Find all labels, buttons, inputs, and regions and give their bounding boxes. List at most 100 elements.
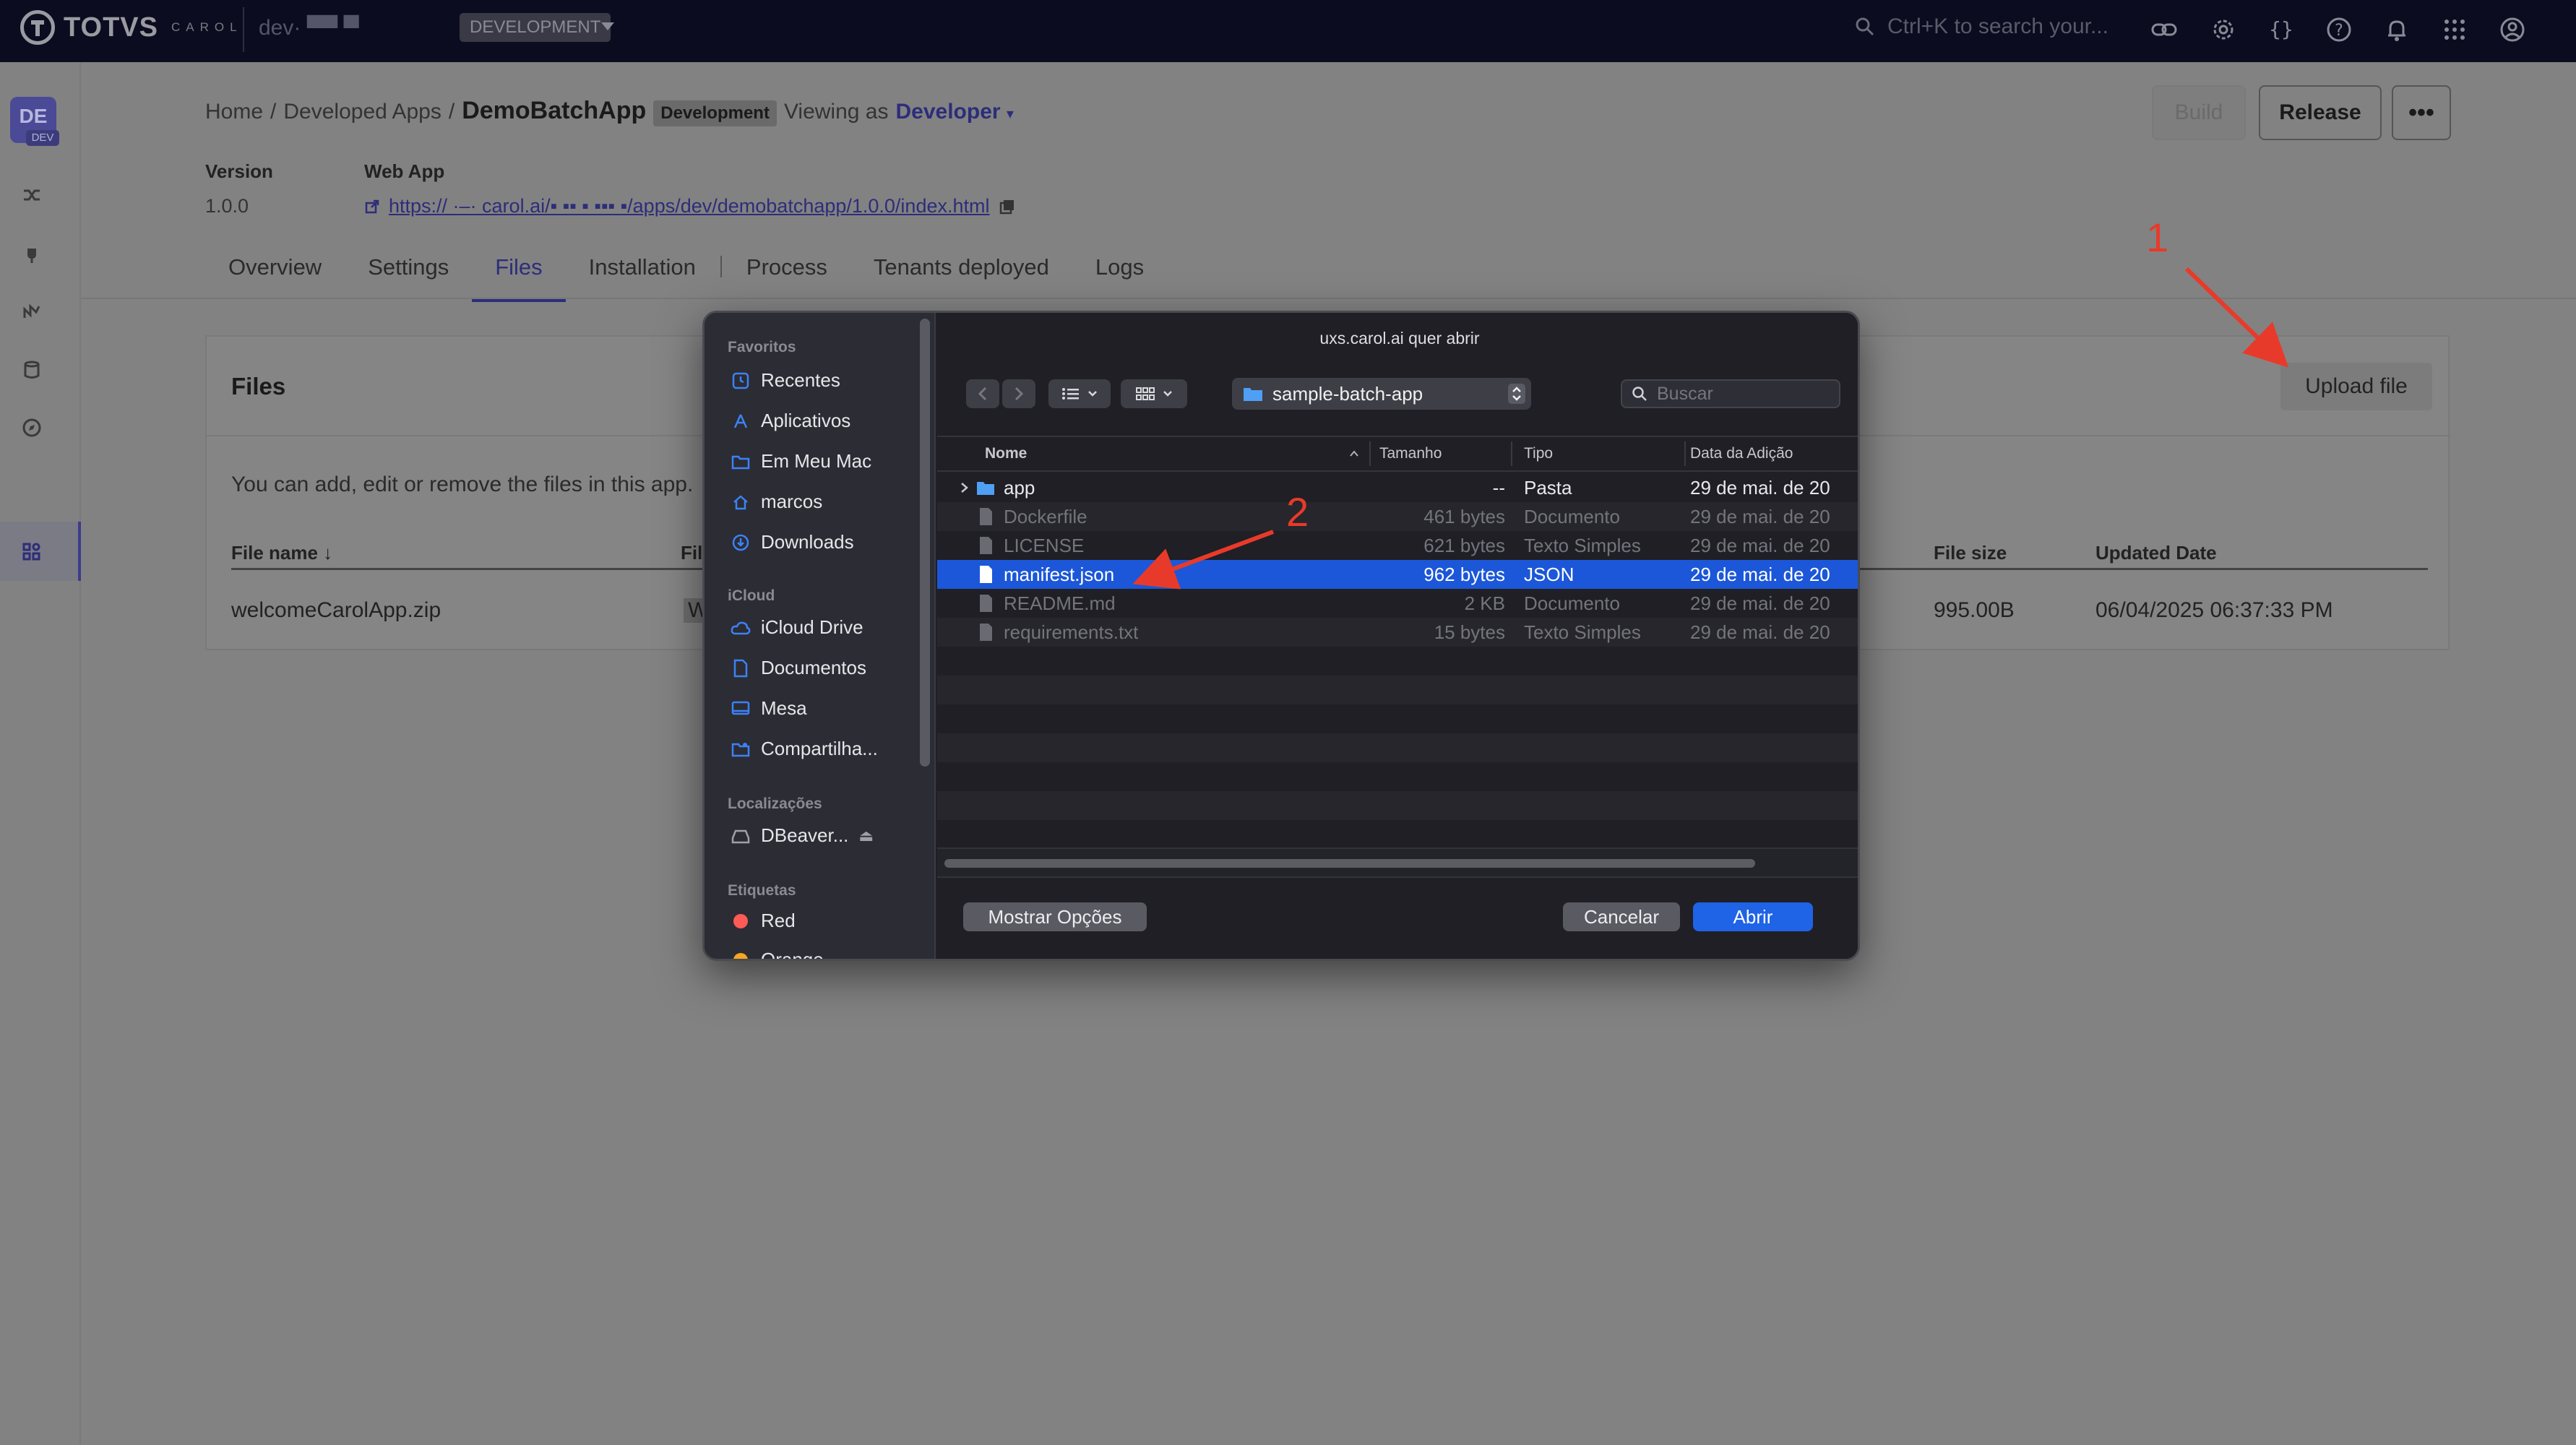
file-kind: Texto Simples: [1524, 621, 1641, 643]
column-header-file-name[interactable]: File name ↓: [231, 542, 332, 564]
sidebar-item-compartilhado[interactable]: Compartilha...: [731, 738, 878, 760]
sidebar-item-icloud-drive[interactable]: iCloud Drive: [731, 616, 863, 639]
tab-logs[interactable]: Logs: [1072, 254, 1167, 302]
tab-process[interactable]: Process: [723, 254, 850, 302]
open-button[interactable]: Abrir: [1693, 902, 1813, 931]
environment-badge[interactable]: DEVELOPMENT: [460, 13, 611, 42]
column-header-data-adicao[interactable]: Data da Adição: [1690, 437, 1793, 470]
sort-ascending-icon[interactable]: [1349, 449, 1359, 459]
environment-name[interactable]: dev· ▀▀ ▀: [259, 16, 359, 40]
more-options-button[interactable]: •••: [2392, 85, 2451, 140]
sidebar-item-downloads[interactable]: Downloads: [731, 531, 854, 553]
file-icon: [980, 624, 992, 641]
folder-icon: [1244, 388, 1262, 401]
release-button[interactable]: Release: [2259, 85, 2382, 140]
horizontal-scrollbar[interactable]: [944, 859, 1755, 868]
tabs-underline: [81, 298, 2576, 299]
dialog-search[interactable]: [1621, 379, 1840, 408]
dialog-search-input[interactable]: [1657, 383, 1823, 405]
tab-overview[interactable]: Overview: [205, 254, 345, 302]
tab-tenants-deployed[interactable]: Tenants deployed: [850, 254, 1072, 302]
global-search[interactable]: [1854, 14, 2162, 39]
help-icon[interactable]: ?: [2322, 13, 2356, 46]
breadcrumb-home[interactable]: Home: [205, 100, 263, 124]
sidebar-item-label: Compartilha...: [761, 738, 878, 759]
sidebar-item-aplicativos[interactable]: Aplicativos: [731, 410, 850, 432]
file-row-manifest-json[interactable]: manifest.json 962 bytes JSON 29 de mai. …: [937, 560, 1858, 589]
column-header-tamanho[interactable]: Tamanho: [1379, 437, 1442, 470]
sidebar-section-favorites: Favoritos: [728, 339, 796, 355]
apps-icon[interactable]: [20, 540, 43, 564]
file-row-requirements[interactable]: requirements.txt 15 bytes Texto Simples …: [937, 618, 1858, 647]
sidebar-tag-orange[interactable]: Orange: [731, 949, 824, 959]
plug-icon[interactable]: [20, 243, 43, 266]
copy-icon[interactable]: [999, 198, 1016, 215]
column-header-updated-date[interactable]: Updated Date: [2095, 542, 2217, 564]
file-size: 2 KB: [1464, 592, 1505, 614]
upload-file-button[interactable]: Upload file: [2280, 363, 2432, 410]
totvs-logo-icon: [20, 10, 55, 45]
totvs-carol-logo[interactable]: TOTVS CAROL: [20, 10, 243, 45]
file-date: 29 de mai. de 20: [1690, 592, 1830, 614]
webapp-url-link[interactable]: https:// ·–· carol.ai/▪ ▪▪ ▪ ▪▪▪ ▪/apps/…: [389, 195, 990, 217]
sidebar-scrollbar[interactable]: [920, 319, 930, 767]
user-circle-icon[interactable]: [2496, 13, 2529, 46]
sidebar-item-em-meu-mac[interactable]: Em Meu Mac: [731, 450, 871, 473]
column-header-file-type[interactable]: Fil: [681, 542, 702, 564]
back-button[interactable]: [966, 379, 999, 408]
chevron-down-icon: [1163, 391, 1172, 397]
chevron-down-icon[interactable]: [601, 22, 614, 30]
folder-path-popup[interactable]: sample-batch-app: [1232, 378, 1531, 410]
tag-dot-icon: [731, 911, 751, 931]
disclosure-triangle-icon[interactable]: [959, 482, 969, 493]
sidebar-item-recentes[interactable]: Recentes: [731, 369, 840, 392]
tab-settings[interactable]: Settings: [345, 254, 472, 302]
viewing-as-label: Viewing as: [783, 100, 889, 124]
connectors-icon[interactable]: [20, 184, 43, 207]
code-braces-icon[interactable]: {}: [2265, 13, 2298, 46]
file-row-updated: 06/04/2025 06:37:33 PM: [2095, 598, 2333, 622]
pipeline-icon[interactable]: [20, 301, 43, 324]
gear-icon[interactable]: [2207, 13, 2240, 46]
column-divider[interactable]: [1684, 441, 1686, 466]
list-view-button[interactable]: [1048, 379, 1111, 408]
forward-button[interactable]: [1002, 379, 1035, 408]
column-header-file-size[interactable]: File size: [1934, 542, 2007, 564]
bell-icon[interactable]: [2380, 13, 2413, 46]
apps-grid-icon[interactable]: [2438, 13, 2471, 46]
column-divider[interactable]: [1369, 441, 1371, 466]
show-options-button[interactable]: Mostrar Opções: [963, 902, 1147, 931]
link-icon[interactable]: [2148, 13, 2181, 46]
viewing-as-role-dropdown[interactable]: Developer ▾: [896, 100, 1014, 124]
file-icon: [980, 566, 992, 583]
file-row-readme[interactable]: README.md 2 KB Documento 29 de mai. de 2…: [937, 589, 1858, 618]
shared-folder-icon: [731, 739, 751, 759]
tab-installation[interactable]: Installation: [566, 254, 719, 302]
group-view-button[interactable]: [1121, 379, 1187, 408]
sidebar-item-label: Downloads: [761, 531, 854, 553]
column-header-tipo[interactable]: Tipo: [1524, 437, 1553, 470]
database-icon[interactable]: [20, 358, 43, 381]
file-row-license[interactable]: LICENSE 621 bytes Texto Simples 29 de ma…: [937, 531, 1858, 560]
tab-files[interactable]: Files: [472, 254, 566, 302]
sidebar-tag-red[interactable]: Red: [731, 910, 796, 932]
cancel-button[interactable]: Cancelar: [1563, 902, 1680, 931]
global-search-input[interactable]: [1887, 14, 2162, 39]
tag-dot-icon: [731, 950, 751, 959]
sidebar-item-mesa[interactable]: Mesa: [731, 697, 807, 720]
file-row-app[interactable]: app -- Pasta 29 de mai. de 20: [937, 473, 1858, 502]
search-icon: [1856, 17, 1874, 36]
compass-icon[interactable]: [20, 416, 43, 439]
file-row-name[interactable]: welcomeCarolApp.zip: [231, 598, 441, 623]
breadcrumb-developed-apps[interactable]: Developed Apps: [283, 100, 441, 124]
file-row-dockerfile[interactable]: Dockerfile 461 bytes Documento 29 de mai…: [937, 502, 1858, 531]
eject-icon[interactable]: ⏏: [858, 827, 874, 845]
folder-icon: [731, 452, 751, 472]
sidebar-item-label: iCloud Drive: [761, 616, 863, 638]
sidebar-item-marcos[interactable]: marcos: [731, 491, 822, 513]
column-divider[interactable]: [1511, 441, 1512, 466]
build-button[interactable]: Build: [2152, 85, 2246, 140]
sidebar-item-dbeaver[interactable]: DBeaver... ⏏: [731, 824, 874, 847]
column-header-nome[interactable]: Nome: [985, 437, 1027, 470]
sidebar-item-documentos[interactable]: Documentos: [731, 657, 866, 679]
